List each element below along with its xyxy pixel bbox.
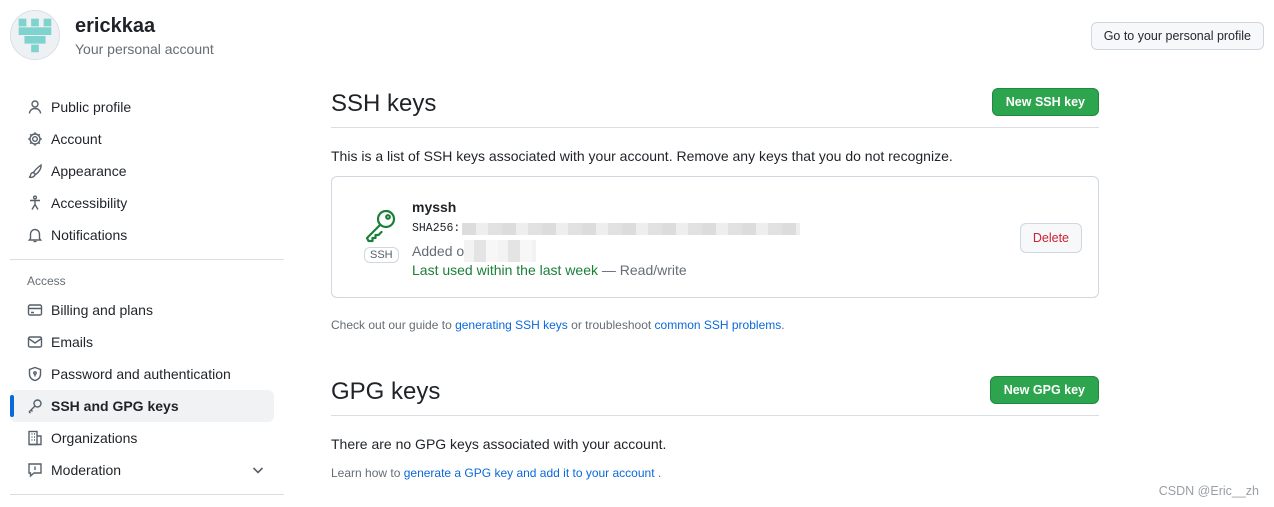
sidebar-item-label: Account — [51, 131, 102, 147]
account-subtitle: Your personal account — [75, 41, 214, 57]
report-icon — [26, 461, 44, 479]
key-icon — [26, 397, 44, 415]
ssh-key-fingerprint: SHA256: — [412, 222, 801, 235]
ssh-keys-title: SSH keys — [331, 90, 437, 117]
added-date-redacted — [464, 240, 537, 262]
generating-ssh-keys-link[interactable]: generating SSH keys — [455, 318, 568, 332]
avatar[interactable] — [10, 10, 60, 60]
sidebar-item-label: Notifications — [51, 227, 128, 243]
key-icon — [363, 207, 399, 243]
ssh-guide-text: Check out our guide to generating SSH ke… — [331, 318, 1099, 332]
credit-card-icon — [26, 301, 44, 319]
gpg-learn-text: Learn how to generate a GPG key and add … — [331, 466, 1099, 480]
gpg-keys-title: GPG keys — [331, 378, 441, 405]
sidebar-divider — [10, 259, 284, 260]
settings-sidebar: Public profile Account Appearance Access… — [10, 91, 284, 503]
sidebar-item-label: Organizations — [51, 430, 138, 446]
sidebar-item-account[interactable]: Account — [10, 123, 274, 155]
ssh-key-type-badge: SSH — [364, 247, 399, 263]
fingerprint-prefix: SHA256: — [412, 222, 461, 235]
watermark: CSDN @Eric__zh — [1158, 484, 1259, 498]
ssh-key-last-used: Last used within the last week — [412, 262, 598, 278]
sidebar-item-appearance[interactable]: Appearance — [10, 155, 274, 187]
gpg-empty-text: There are no GPG keys associated with yo… — [331, 436, 667, 452]
ssh-key-access: — Read/write — [598, 262, 687, 278]
ssh-intro-text: This is a list of SSH keys associated wi… — [331, 148, 953, 164]
sidebar-item-label: Public profile — [51, 99, 132, 115]
sidebar-item-accessibility[interactable]: Accessibility — [10, 187, 274, 219]
new-ssh-key-button[interactable]: New SSH key — [991, 88, 1099, 116]
sidebar-item-label: SSH and GPG keys — [51, 398, 179, 414]
sidebar-item-label: Appearance — [51, 163, 127, 179]
mail-icon — [26, 333, 44, 351]
organization-icon — [26, 429, 44, 447]
fingerprint-redacted — [462, 222, 801, 235]
sidebar-item-label: Accessibility — [51, 195, 128, 211]
go-to-profile-button[interactable]: Go to your personal profile — [1090, 22, 1264, 50]
accessibility-icon — [26, 194, 44, 212]
sidebar-section-access-title: Access — [27, 274, 66, 288]
paintbrush-icon — [26, 162, 44, 180]
learn-suffix: . — [654, 466, 662, 480]
guide-suffix: . — [781, 318, 785, 332]
sidebar-item-label: Billing and plans — [51, 302, 153, 318]
sidebar-item-organizations[interactable]: Organizations — [10, 422, 274, 454]
sidebar-item-label: Moderation — [51, 462, 122, 478]
sidebar-item-notifications[interactable]: Notifications — [10, 219, 274, 251]
bell-icon — [26, 226, 44, 244]
main-content: SSH keys New SSH key This is a list of S… — [331, 86, 1099, 480]
gpg-section-header: GPG keys New GPG key — [331, 374, 1099, 416]
sidebar-item-moderation[interactable]: Moderation — [10, 454, 274, 486]
chevron-down-icon[interactable] — [250, 462, 266, 478]
sidebar-divider — [10, 494, 284, 495]
ssh-key-item: SSH myssh SHA256: Added o Last used with… — [331, 176, 1099, 298]
account-header: erickkaa Your personal account Go to you… — [10, 10, 1264, 62]
sidebar-item-billing[interactable]: Billing and plans — [10, 294, 274, 326]
ssh-key-added-date: Added o — [412, 240, 537, 262]
sidebar-item-label: Emails — [51, 334, 94, 350]
generate-gpg-key-link[interactable]: generate a GPG key and add it to your ac… — [404, 466, 655, 480]
guide-prefix: Check out our guide to — [331, 318, 456, 332]
sidebar-item-ssh-gpg-keys[interactable]: SSH and GPG keys — [10, 390, 274, 422]
learn-prefix: Learn how to — [331, 466, 404, 480]
ssh-section-header: SSH keys New SSH key — [331, 86, 1099, 128]
sidebar-item-emails[interactable]: Emails — [10, 326, 274, 358]
delete-ssh-key-button[interactable]: Delete — [1019, 223, 1082, 253]
ssh-key-usage: Last used within the last week — Read/wr… — [412, 262, 687, 278]
common-ssh-problems-link[interactable]: common SSH problems — [655, 318, 782, 332]
shield-lock-icon — [26, 365, 44, 383]
sidebar-item-public-profile[interactable]: Public profile — [10, 91, 274, 123]
sidebar-item-password-auth[interactable]: Password and authentication — [10, 358, 274, 390]
gpg-section: GPG keys New GPG key There are no GPG ke… — [331, 374, 1099, 480]
sidebar-item-label: Password and authentication — [51, 366, 231, 382]
added-prefix: Added o — [412, 243, 465, 259]
new-gpg-key-button[interactable]: New GPG key — [989, 376, 1099, 404]
person-icon — [26, 98, 44, 116]
ssh-key-name: myssh — [412, 199, 457, 215]
account-username[interactable]: erickkaa — [75, 15, 155, 38]
guide-mid: or troubleshoot — [567, 318, 655, 332]
gear-icon — [26, 130, 44, 148]
